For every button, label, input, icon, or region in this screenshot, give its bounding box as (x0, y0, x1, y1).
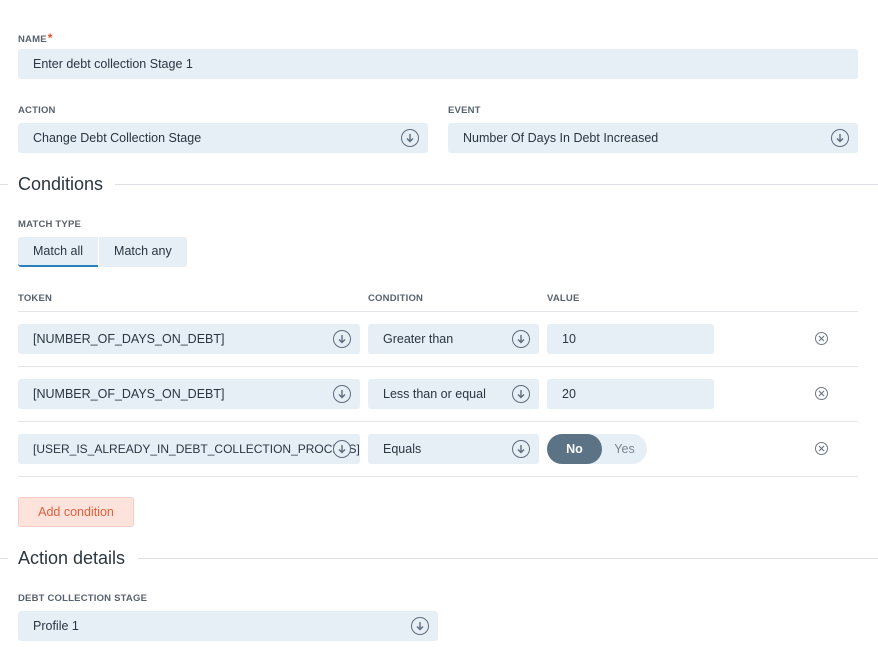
section-rule-left (0, 184, 8, 185)
condition-select[interactable]: Greater than (368, 324, 539, 354)
condition-select[interactable]: Less than or equal (368, 379, 539, 409)
match-type-toggle: Match all Match any (18, 237, 187, 267)
token-select[interactable]: [NUMBER_OF_DAYS_ON_DEBT] (18, 324, 360, 354)
remove-condition-icon[interactable] (815, 442, 828, 455)
value-input[interactable]: 20 (547, 379, 714, 409)
action-label: ACTION (18, 105, 56, 116)
token-header: TOKEN (18, 293, 53, 304)
stage-value: Profile 1 (33, 619, 79, 633)
required-marker: * (47, 31, 53, 45)
add-condition-button[interactable]: Add condition (18, 497, 134, 527)
toggle-no-option[interactable]: No (547, 434, 602, 464)
action-details-title: Action details (18, 548, 138, 569)
arrow-down-circle-icon (512, 330, 530, 348)
yes-no-toggle: No Yes (547, 434, 647, 464)
match-all-button[interactable]: Match all (18, 237, 99, 267)
event-value: Number Of Days In Debt Increased (463, 131, 659, 145)
condition-select[interactable]: Equals (368, 434, 539, 464)
condition-value: Equals (383, 442, 422, 456)
remove-condition-icon[interactable] (815, 332, 828, 345)
row-divider (18, 366, 858, 367)
row-divider (18, 476, 858, 477)
arrow-down-circle-icon (512, 440, 530, 458)
condition-header: CONDITION (368, 293, 424, 304)
arrow-down-circle-icon (411, 617, 429, 635)
event-label: EVENT (448, 105, 481, 116)
action-value: Change Debt Collection Stage (33, 131, 202, 145)
row-divider (18, 421, 858, 422)
name-label: NAME* (18, 31, 53, 45)
condition-value: Less than or equal (383, 387, 486, 401)
arrow-down-circle-icon (333, 440, 351, 458)
toggle-yes-option[interactable]: Yes (602, 434, 647, 464)
debt-collection-stage-select[interactable]: Profile 1 (18, 611, 438, 641)
debt-collection-stage-label: DEBT COLLECTION STAGE (18, 593, 148, 604)
arrow-down-circle-icon (831, 129, 849, 147)
event-select[interactable]: Number Of Days In Debt Increased (448, 123, 858, 153)
arrow-down-circle-icon (401, 129, 419, 147)
section-rule (115, 184, 878, 185)
section-rule (138, 558, 878, 559)
conditions-title: Conditions (18, 174, 116, 195)
action-select[interactable]: Change Debt Collection Stage (18, 123, 428, 153)
name-input[interactable]: Enter debt collection Stage 1 (18, 49, 858, 79)
remove-condition-icon[interactable] (815, 387, 828, 400)
arrow-down-circle-icon (333, 385, 351, 403)
token-value: [NUMBER_OF_DAYS_ON_DEBT] (33, 332, 225, 346)
match-any-button[interactable]: Match any (99, 237, 187, 267)
row-divider (18, 311, 858, 312)
arrow-down-circle-icon (512, 385, 530, 403)
section-rule-left (0, 558, 8, 559)
arrow-down-circle-icon (333, 330, 351, 348)
token-select[interactable]: [NUMBER_OF_DAYS_ON_DEBT] (18, 379, 360, 409)
token-select[interactable]: [USER_IS_ALREADY_IN_DEBT_COLLECTION_PROC… (18, 434, 360, 464)
value-header: VALUE (547, 293, 580, 304)
condition-value: Greater than (383, 332, 454, 346)
match-type-label: MATCH TYPE (18, 219, 82, 230)
token-value: [USER_IS_ALREADY_IN_DEBT_COLLECTION_PROC… (33, 442, 360, 456)
token-value: [NUMBER_OF_DAYS_ON_DEBT] (33, 387, 225, 401)
value-input[interactable]: 10 (547, 324, 714, 354)
